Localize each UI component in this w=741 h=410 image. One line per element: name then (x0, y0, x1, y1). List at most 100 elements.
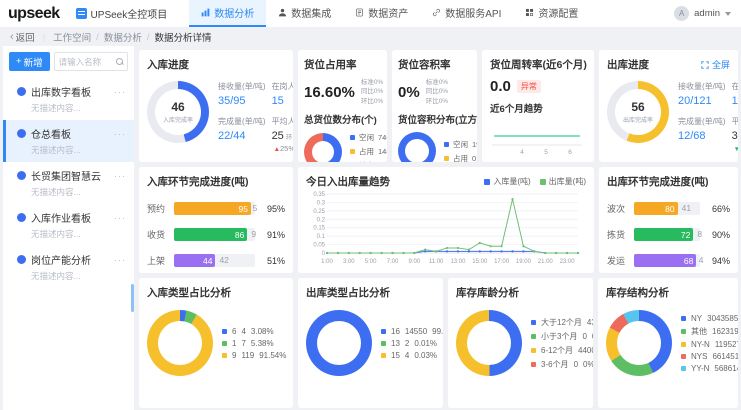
sidebar-item-row: 长贸集团智慧云··· (17, 168, 126, 183)
user-menu[interactable]: A admin (674, 6, 731, 21)
legend-item: 占用1486 (350, 146, 381, 157)
app-logo: upseek (8, 5, 60, 23)
legend-label: 空闲 (359, 132, 374, 143)
search-icon (116, 58, 123, 65)
breadcrumb-separator: / (96, 32, 99, 43)
avatar[interactable]: A (674, 6, 689, 21)
legend-color-swatch (444, 142, 449, 147)
more-menu-icon[interactable]: ··· (114, 255, 126, 265)
more-menu-icon[interactable]: ··· (114, 129, 126, 139)
people-icon (278, 8, 287, 17)
sidebar-item-desc: 无描述内容... (31, 186, 126, 198)
sidebar-item[interactable]: 出库数字看板···无描述内容... (3, 78, 134, 120)
benchmark-line: 环比0% (426, 97, 448, 106)
breadcrumb-workspace[interactable]: 工作空间 (53, 30, 91, 44)
bar-rest-value: 5 (253, 202, 258, 215)
slot-volume-donut (398, 132, 436, 162)
stat-value: 20/121 (678, 95, 726, 107)
legend-color-swatch (484, 179, 490, 185)
trend-legend-item[interactable]: 入库量(吨) (484, 176, 530, 187)
svg-text:0: 0 (322, 251, 326, 257)
legend-label: NYS (691, 352, 707, 361)
benchmark-line: 标准0% (426, 78, 448, 87)
main-content: 入库进度 46入库完成率 接收量(单/吨)35/95在岗人数15完成量(单/吨)… (134, 46, 741, 410)
pie-card-0: 入库类型占比分析643.08%175.38%911991.54% (139, 278, 293, 408)
bar-fill: 68 (634, 254, 696, 267)
sidebar-item[interactable]: 入库作业看板···无描述内容... (3, 204, 134, 246)
bar-label: 发运 (607, 254, 629, 267)
chevron-left-icon: ‹ (10, 32, 14, 43)
add-dashboard-button[interactable]: +新增 (9, 52, 50, 71)
tab-2[interactable]: 数据资产 (343, 0, 420, 27)
tab-1[interactable]: 数据集成 (266, 0, 343, 27)
progress-bar-row: 拣货72890% (607, 228, 730, 241)
card-title: 库存结构分析 (606, 285, 730, 300)
stat-value: 35/95 (218, 95, 266, 107)
legend-color-swatch (531, 348, 536, 353)
outbound-step-bars: 波次804166%拣货72890%发运68494% (607, 202, 730, 267)
sidebar-item[interactable]: 长贸集团智慧云··· 无描述内容... (3, 162, 134, 204)
bar-label: 收货 (147, 228, 169, 241)
svg-text:9:00: 9:00 (408, 259, 420, 265)
pie-card-2: 库存库龄分析大于12个月43634小于3个月00%6-12个月440013-6个… (448, 278, 593, 408)
bar-fill: 80 (634, 202, 678, 215)
bar-rest-value: 8 (697, 228, 702, 241)
fullscreen-button[interactable]: 全屏 (701, 58, 730, 71)
chevron-down-icon[interactable] (725, 12, 731, 16)
bar-percent: 66% (705, 204, 730, 214)
dashboard-icon (17, 213, 26, 222)
stat-number: 30 (732, 130, 738, 142)
card-daily-trend: 今日入出库量趋势 入库量(吨)出库量(吨) 00.050.10.150.20.2… (298, 167, 594, 273)
tab-3[interactable]: 数据服务API (420, 0, 513, 27)
breadcrumb-separator: / (147, 32, 150, 43)
legend-value: 0 (472, 154, 476, 162)
svg-text:0.15: 0.15 (313, 226, 325, 232)
legend-pct: 0.03% (414, 351, 437, 360)
sidebar: +新增 出库数字看板···无描述内容...仓总看板···无描述内容...长贸集团… (3, 46, 134, 410)
card-outbound-progress: 出库进度 全屏 56出库完成率 接收量(单/吨)20/121在岗人数11完成量(… (599, 50, 738, 162)
tab-0[interactable]: 数据分析 (189, 0, 266, 27)
legend-item: 其他16231997.85 (681, 326, 730, 337)
legend-item: 1540.03% (381, 351, 435, 360)
trend-legend-item[interactable]: 出库量(吨) (540, 176, 586, 187)
legend-label: 出库量(吨) (549, 176, 586, 187)
project-switcher[interactable]: UPSeek全控项目 (76, 6, 168, 21)
dashboard-icon (17, 255, 26, 264)
legend-value: 0 (574, 360, 578, 369)
more-menu-icon[interactable]: ··· (114, 213, 126, 223)
legend-item: 空闲7466 (350, 132, 381, 143)
breadcrumb-analysis[interactable]: 数据分析 (104, 30, 142, 44)
legend-color-swatch (222, 341, 227, 346)
legend-label: 占用 (453, 153, 468, 162)
occupancy-benchmarks: 标准0%同比0%环比0% (361, 78, 383, 106)
benchmark-line: 同比0% (426, 87, 448, 96)
card-outbound-steps: 出库环节完成进度(吨) 波次804166%拣货72890%发运68494% (599, 167, 738, 273)
legend-item: 占用0 (444, 153, 471, 162)
more-menu-icon[interactable]: ··· (114, 87, 126, 97)
stat: 平均人效25环比▲25% (272, 116, 293, 154)
legend-value: 4 (405, 351, 409, 360)
legend-value: 7 (241, 339, 245, 348)
legend-item: 空闲19171 (444, 139, 471, 150)
stat-suffix: 环比 (286, 134, 293, 141)
more-menu-icon[interactable]: ··· (114, 171, 126, 181)
bar-track: 955 (174, 202, 255, 215)
card-title: 今日入出库量趋势 (306, 174, 390, 189)
card-title: 货位周转率(近6个月) (490, 57, 586, 72)
back-button[interactable]: ‹返回 (10, 30, 35, 44)
legend-value: 2 (405, 339, 409, 348)
legend-label: 3-6个月 (541, 359, 569, 370)
sidebar-item[interactable]: 仓总看板···无描述内容... (3, 120, 134, 162)
legend-pct: 91.54% (259, 351, 286, 360)
search-input[interactable] (59, 57, 116, 67)
legend-item: 6-12个月44001 (531, 345, 585, 356)
bar-label: 波次 (607, 202, 629, 215)
topbar: upseek UPSeek全控项目 数据分析数据集成数据资产数据服务API资源配… (0, 0, 741, 28)
tab-4[interactable]: 资源配置 (513, 0, 590, 27)
legend-label: 占用 (359, 146, 374, 157)
legend-value: 11952780 (715, 340, 738, 349)
sidebar-item[interactable]: 岗位产能分析···无描述内容... (3, 246, 134, 288)
sidebar-scrollbar[interactable] (131, 284, 134, 312)
legend-value: 19171 (472, 140, 477, 149)
legend-item: NY-N119527801 (681, 340, 730, 349)
